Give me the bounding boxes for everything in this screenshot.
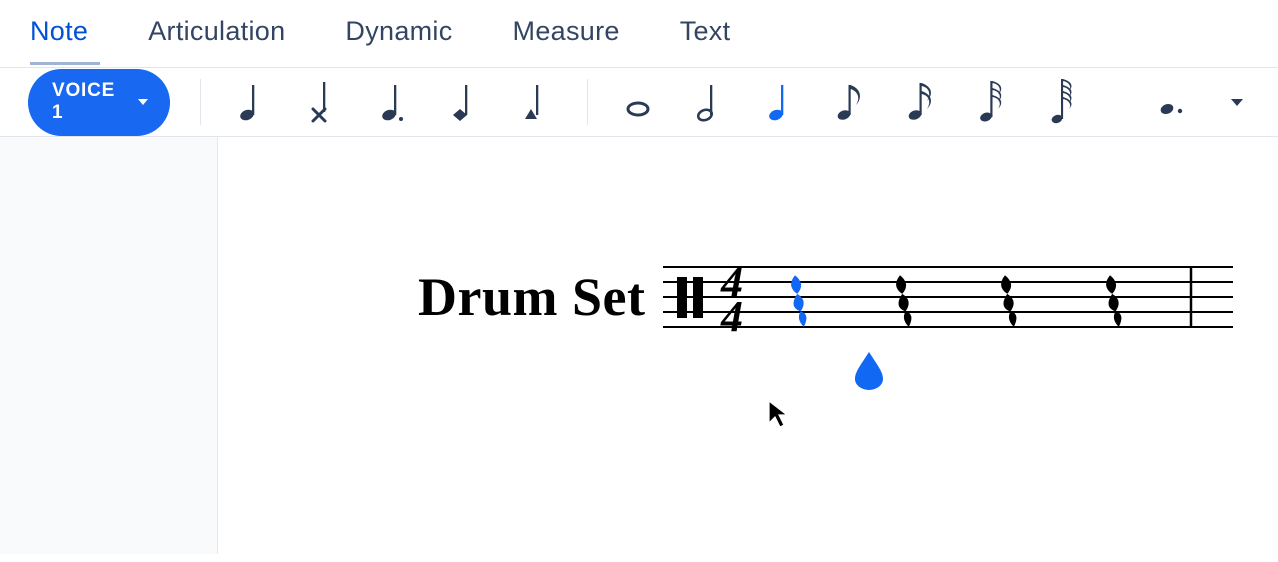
menu-tab-articulation[interactable]: Articulation: [148, 18, 285, 45]
insertion-marker-icon: [851, 350, 887, 390]
quarter-note-icon: [232, 79, 272, 125]
x-notehead-icon: [303, 79, 343, 125]
eighth-note-button[interactable]: [831, 79, 872, 125]
toolbar-more-button[interactable]: [1225, 79, 1250, 125]
side-panel: [0, 137, 218, 554]
half-note-button[interactable]: [689, 79, 730, 125]
toolbar-separator: [587, 79, 588, 125]
menu-tab-dynamic[interactable]: Dynamic: [345, 18, 452, 45]
half-note-icon: [690, 79, 730, 125]
sixtyfourth-note-icon: [1045, 79, 1085, 125]
quarter-note-selected-icon: [761, 79, 801, 125]
menu-tab-note[interactable]: Note: [30, 18, 88, 45]
workspace: Drum Set 4 4: [0, 137, 1278, 554]
menu-tab-text[interactable]: Text: [680, 18, 731, 45]
sixteenth-note-button[interactable]: [902, 79, 943, 125]
instrument-name: Drum Set: [418, 266, 645, 328]
thirtysecond-note-button[interactable]: [973, 79, 1014, 125]
triangle-notehead-icon: [516, 79, 556, 125]
cursor-arrow-icon: [766, 399, 790, 429]
eighth-note-icon: [832, 79, 872, 125]
whole-note-icon: [618, 79, 658, 125]
dotted-note-button[interactable]: [1154, 79, 1195, 125]
toolbar-separator: [200, 79, 201, 125]
diamond-notehead-button[interactable]: [445, 79, 486, 125]
staff-svg[interactable]: 4 4: [663, 247, 1233, 347]
chevron-down-icon: [1231, 99, 1243, 106]
dotted-notehead-icon: [374, 79, 414, 125]
menu-bar: Note Articulation Dynamic Measure Text: [0, 0, 1278, 67]
voice-selector-button[interactable]: VOICE 1: [28, 69, 170, 136]
menu-tab-measure[interactable]: Measure: [513, 18, 620, 45]
thirtysecond-note-icon: [974, 79, 1014, 125]
toolbar: VOICE 1: [0, 67, 1278, 137]
staff: Drum Set 4 4: [418, 247, 1233, 347]
triangle-notehead-button[interactable]: [516, 79, 557, 125]
sixteenth-note-icon: [903, 79, 943, 125]
time-signature: 4 4: [720, 258, 743, 341]
dotted-note-icon: [1154, 79, 1194, 125]
time-sig-bottom: 4: [720, 292, 743, 341]
whole-note-button[interactable]: [618, 79, 659, 125]
quarter-note-button[interactable]: [231, 79, 272, 125]
dotted-notehead-button[interactable]: [374, 79, 415, 125]
diamond-notehead-icon: [445, 79, 485, 125]
quarter-note-duration-button[interactable]: [760, 79, 801, 125]
voice-selector-label: VOICE 1: [52, 80, 130, 124]
score-area[interactable]: Drum Set 4 4: [218, 137, 1278, 554]
chevron-down-icon: [138, 99, 148, 105]
sixtyfourth-note-button[interactable]: [1044, 79, 1085, 125]
x-notehead-button[interactable]: [303, 79, 344, 125]
